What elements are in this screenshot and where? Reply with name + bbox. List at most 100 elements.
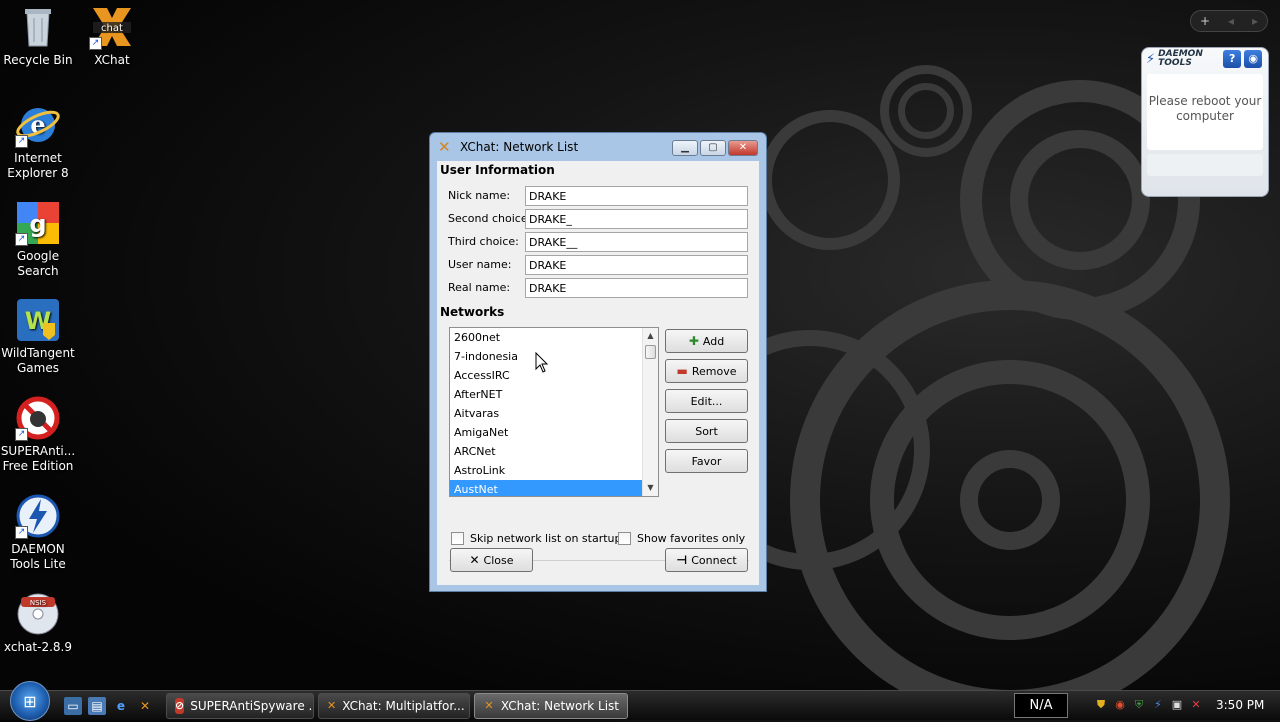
user-name-input[interactable] <box>525 255 748 275</box>
previous-icon[interactable]: ◂ <box>1228 14 1234 28</box>
connect-button[interactable]: ⊣ Connect <box>665 548 748 572</box>
list-item[interactable]: ARCNet <box>450 442 642 461</box>
remove-network-button[interactable]: ▬ Remove <box>665 359 748 383</box>
switch-windows-icon[interactable]: ▤ <box>88 696 106 715</box>
wildtangent-icon: W <box>15 297 61 343</box>
taskbar-item-network-list[interactable]: ✕ XChat: Network List <box>474 692 628 719</box>
list-item[interactable]: 2600net <box>450 328 642 347</box>
wallpaper-ring <box>1010 130 1150 270</box>
gadget-message: Please reboot your computer <box>1147 74 1263 150</box>
taskbar: ⊞ ▭ ▤ e ✕ ⊘ SUPERAntiSpyware ... ✕ XChat… <box>0 680 1280 721</box>
desktop-icon-daemon-tools[interactable]: ↗ DAEMON Tools Lite <box>0 493 76 572</box>
list-item[interactable]: AmigaNet <box>450 423 642 442</box>
list-scrollbar[interactable]: ▲ ▼ <box>642 328 658 496</box>
mouse-cursor-icon <box>535 352 549 373</box>
clock[interactable]: 3:50 PM <box>1216 698 1264 712</box>
skip-network-list-label: Skip network list on startup <box>470 532 622 545</box>
minimize-button[interactable]: ▁ <box>672 140 698 156</box>
remove-label: Remove <box>691 364 737 378</box>
desktop-icon-label: XChat <box>94 53 130 67</box>
third-choice-input[interactable] <box>525 232 748 252</box>
daemon-tray-icon[interactable]: ⚡ <box>1151 697 1165 713</box>
security-center-icon[interactable]: ⛨ <box>1132 697 1146 713</box>
third-choice-label: Third choice: <box>448 235 519 248</box>
quick-launch: ▭ ▤ e ✕ <box>64 696 154 715</box>
real-name-input[interactable] <box>525 278 748 298</box>
network-listbox[interactable]: 2600net 7-indonesia AccessIRC AfterNET A… <box>449 327 659 497</box>
network-icon[interactable]: ▣ <box>1170 697 1184 713</box>
show-desktop-icon[interactable]: ▭ <box>64 696 82 715</box>
gadget-brand: DAEMON TOOLS <box>1158 49 1203 68</box>
networks-heading: Networks <box>440 305 505 319</box>
second-choice-input[interactable] <box>525 209 748 229</box>
sort-button[interactable]: Sort <box>665 419 748 443</box>
wallpaper-ring <box>870 360 1150 640</box>
desktop-icon-superantispyware[interactable]: ↗ SUPERAnti... Free Edition <box>0 395 76 474</box>
list-item[interactable]: AstroLink <box>450 461 642 480</box>
nick-name-input[interactable] <box>525 186 748 206</box>
desktop-icon-label: WildTangent Games <box>1 346 75 375</box>
start-button[interactable]: ⊞ <box>10 680 50 721</box>
desktop-icon-google-search[interactable]: g ↗ Google Search <box>0 200 76 279</box>
scroll-up-icon[interactable]: ▲ <box>643 328 658 344</box>
show-favorites-label: Show favorites only <box>637 532 746 545</box>
volume-muted-icon[interactable]: ✕ <box>1189 697 1203 713</box>
maximize-button[interactable]: ▢ <box>700 140 726 156</box>
desktop-icon-wildtangent[interactable]: W WildTangent Games <box>0 297 76 376</box>
plus-icon: ✚ <box>688 334 699 348</box>
shield-icon[interactable]: ⛊ <box>1094 697 1108 713</box>
xchat-icon: ✕ <box>327 698 337 712</box>
gadget-header: ⚡ DAEMON TOOLS ? ◉ <box>1142 48 1268 70</box>
list-item[interactable]: AfterNET <box>450 385 642 404</box>
xchat-icon: ✕ <box>484 698 494 712</box>
close-label: Close <box>483 553 514 567</box>
real-name-label: Real name: <box>448 281 511 294</box>
add-gadget-icon[interactable]: + <box>1200 14 1210 28</box>
superantispyware-icon: ⊘ <box>175 697 185 714</box>
shortcut-arrow-icon: ↗ <box>15 233 28 246</box>
add-network-button[interactable]: ✚ Add <box>665 329 748 353</box>
internet-explorer-icon: e ↗ <box>15 102 61 148</box>
wallpaper-ring <box>898 83 954 139</box>
network-list-window: ✕ XChat: Network List ▁ ▢ ✕ User Informa… <box>429 132 767 592</box>
xchat-icon: chat ↗ <box>89 4 135 50</box>
checkbox-box[interactable] <box>618 532 631 545</box>
taskbar-item-superantispyware[interactable]: ⊘ SUPERAntiSpyware ... <box>166 692 314 719</box>
daemon-tools-gadget[interactable]: ⚡ DAEMON TOOLS ? ◉ Please reboot your co… <box>1141 47 1269 197</box>
xchat-icon[interactable]: ✕ <box>136 697 154 715</box>
language-indicator[interactable]: N/A <box>1014 693 1068 718</box>
scroll-down-icon[interactable]: ▼ <box>643 480 658 496</box>
list-item-selected[interactable]: AustNet <box>450 480 642 496</box>
taskbar-item-xchat-main[interactable]: ✕ XChat: Multiplatfor... <box>318 692 470 719</box>
rss-icon[interactable]: ◉ <box>1244 50 1263 68</box>
internet-explorer-icon[interactable]: e <box>112 697 130 715</box>
desktop-icon-xchat[interactable]: chat ↗ XChat <box>74 4 150 68</box>
sidebar-nav-control[interactable]: + ◂ ▸ <box>1190 10 1268 32</box>
favor-button[interactable]: Favor <box>665 449 748 473</box>
window-title: XChat: Network List <box>460 140 579 154</box>
desktop-icon-recycle-bin[interactable]: Recycle Bin <box>0 4 76 68</box>
desktop-icon-internet-explorer[interactable]: e ↗ Internet Explorer 8 <box>0 102 76 181</box>
help-button[interactable]: ? <box>1223 50 1242 68</box>
favor-label: Favor <box>691 454 722 468</box>
google-search-icon: g ↗ <box>15 200 61 246</box>
scrollbar-thumb[interactable] <box>645 345 656 359</box>
wallpaper-ring <box>760 110 900 250</box>
list-item[interactable]: Aitvaras <box>450 404 642 423</box>
gadget-toolbar <box>1147 154 1263 176</box>
shortcut-arrow-icon: ↗ <box>89 37 102 50</box>
svg-text:chat: chat <box>101 23 123 34</box>
skip-network-list-checkbox[interactable]: Skip network list on startup <box>451 532 621 545</box>
close-button[interactable]: ✕ Close <box>450 548 533 572</box>
superantispyware-icon: ↗ <box>15 395 61 441</box>
next-icon[interactable]: ▸ <box>1252 14 1258 28</box>
taskbar-item-label: XChat: Multiplatfor... <box>342 698 465 713</box>
nick-name-label: Nick name: <box>448 189 511 202</box>
desktop-icon-xchat-installer[interactable]: NSIS xchat-2.8.9 <box>0 591 76 655</box>
edit-network-button[interactable]: Edit... <box>665 389 748 413</box>
antispyware-tray-icon[interactable]: ◉ <box>1113 697 1127 713</box>
checkbox-box[interactable] <box>451 532 464 545</box>
close-window-button[interactable]: ✕ <box>728 140 758 156</box>
show-favorites-checkbox[interactable]: Show favorites only <box>618 532 745 545</box>
installer-disc-icon: NSIS <box>15 591 61 637</box>
